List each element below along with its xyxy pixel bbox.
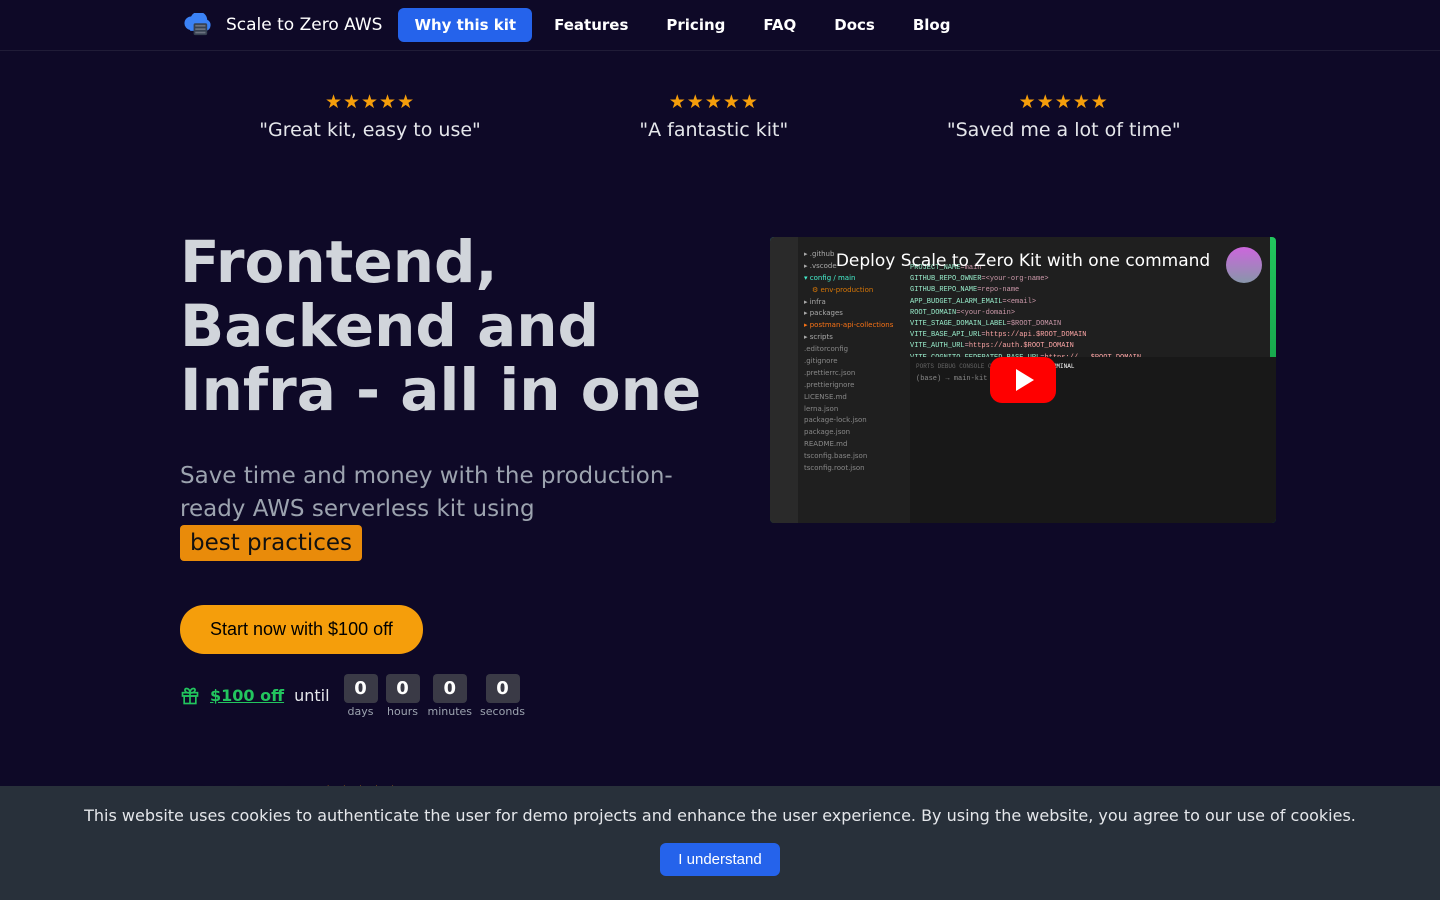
nav-why-this-kit[interactable]: Why this kit <box>398 8 532 42</box>
stars-icon: ★★★★★ <box>259 91 481 113</box>
cookie-text: This website uses cookies to authenticat… <box>0 806 1440 825</box>
countdown-label: minutes <box>428 705 473 718</box>
countdown-value: 0 <box>386 674 420 703</box>
video-config-text: PROJECT_NAME=main GITHUB_REPO_OWNER=<you… <box>910 263 1141 364</box>
cloud-server-icon <box>180 13 214 37</box>
nav-features[interactable]: Features <box>538 8 644 42</box>
testimonial-2: ★★★★★ "A fantastic kit" <box>639 91 788 141</box>
brand-name: Scale to Zero AWS <box>226 15 382 35</box>
countdown-label: days <box>348 705 374 718</box>
top-nav: Scale to Zero AWS Why this kit Features … <box>180 0 1260 50</box>
hero-subhead-text: Save time and money with the production-… <box>180 463 673 521</box>
testimonial-quote: "Saved me a lot of time" <box>947 119 1181 141</box>
discount-link[interactable]: $100 off <box>210 686 284 705</box>
countdown-label: hours <box>387 705 418 718</box>
hero-subhead: Save time and money with the production-… <box>180 460 710 561</box>
video-file-tree: ▸ .github ▸ .vscode ▾ config / main ⚙ en… <box>798 249 898 475</box>
stars-icon: ★★★★★ <box>947 91 1181 113</box>
gift-icon <box>180 686 200 706</box>
testimonials-row: ★★★★★ "Great kit, easy to use" ★★★★★ "A … <box>180 51 1260 151</box>
discount-until-label: until <box>294 686 329 705</box>
hero-title: Frontend, Backend and Infra - all in one <box>180 231 710 422</box>
best-practices-highlight: best practices <box>180 525 362 561</box>
countdown-seconds: 0 seconds <box>480 674 525 718</box>
testimonial-1: ★★★★★ "Great kit, easy to use" <box>259 91 481 141</box>
countdown-label: seconds <box>480 705 525 718</box>
countdown-hours: 0 hours <box>386 674 420 718</box>
countdown-days: 0 days <box>344 674 378 718</box>
brand-block[interactable]: Scale to Zero AWS <box>180 13 382 37</box>
testimonial-quote: "A fantastic kit" <box>639 119 788 141</box>
video-author-avatar <box>1226 247 1262 283</box>
discount-line: $100 off until 0 days 0 hours 0 minutes … <box>180 674 710 718</box>
nav-blog[interactable]: Blog <box>897 8 967 42</box>
play-button-icon[interactable] <box>990 357 1056 403</box>
video-terminal: PORTS DEBUG CONSOLE OUTPUT PROBLEMS TERM… <box>910 357 1276 523</box>
countdown: 0 days 0 hours 0 minutes 0 seconds <box>344 674 526 718</box>
testimonial-quote: "Great kit, easy to use" <box>259 119 481 141</box>
countdown-value: 0 <box>486 674 520 703</box>
countdown-minutes: 0 minutes <box>428 674 473 718</box>
countdown-value: 0 <box>433 674 467 703</box>
video-title: Deploy Scale to Zero Kit with one comman… <box>770 251 1276 271</box>
nav-pricing[interactable]: Pricing <box>650 8 741 42</box>
video-embed[interactable]: ▸ .github ▸ .vscode ▾ config / main ⚙ en… <box>770 237 1276 523</box>
cookie-consent-bar: This website uses cookies to authenticat… <box>0 786 1440 900</box>
video-sidebar-icons <box>770 237 798 523</box>
testimonial-3: ★★★★★ "Saved me a lot of time" <box>947 91 1181 141</box>
cookie-accept-button[interactable]: I understand <box>660 843 779 876</box>
start-now-button[interactable]: Start now with $100 off <box>180 605 423 654</box>
site-header: Scale to Zero AWS Why this kit Features … <box>0 0 1440 51</box>
stars-icon: ★★★★★ <box>639 91 788 113</box>
nav-faq[interactable]: FAQ <box>747 8 812 42</box>
countdown-value: 0 <box>344 674 378 703</box>
nav-docs[interactable]: Docs <box>818 8 891 42</box>
